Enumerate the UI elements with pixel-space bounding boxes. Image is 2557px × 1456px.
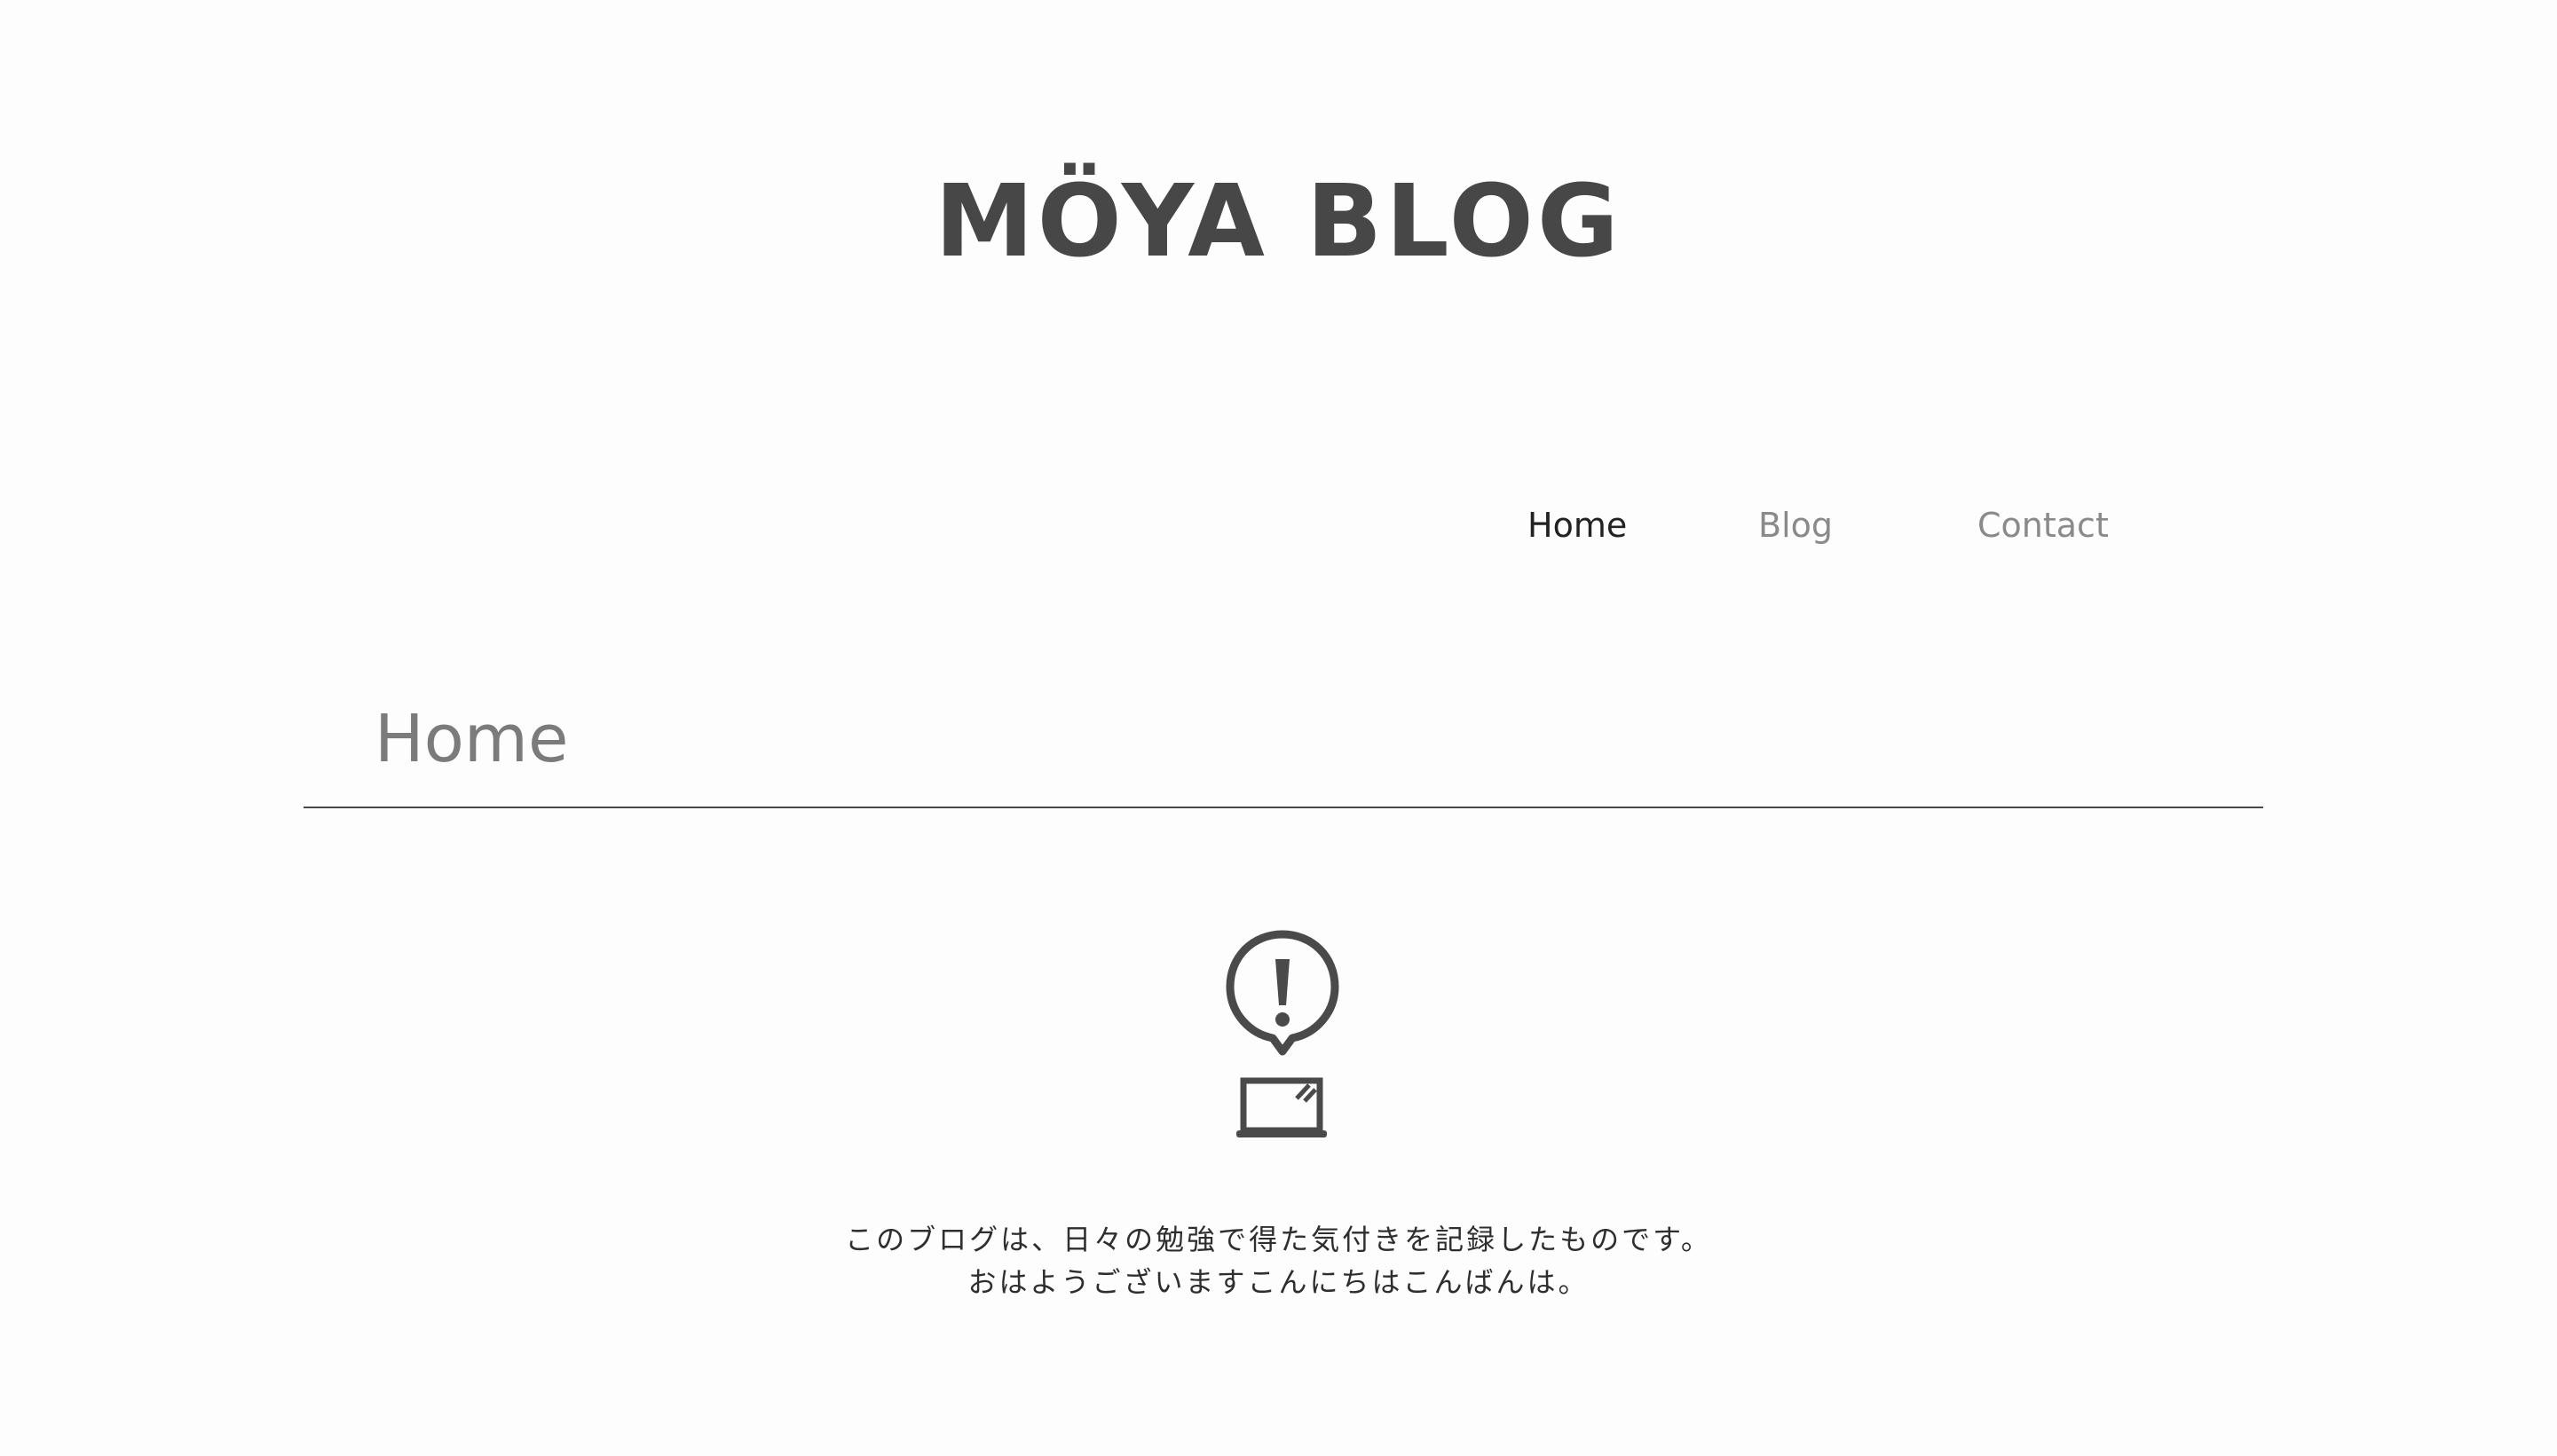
page: MÖYA BLOG Home Blog Contact Home このブログは、… <box>0 0 2557 1456</box>
site-logo[interactable]: MÖYA BLOG <box>0 160 2557 284</box>
blog-description: このブログは、日々の勉強で得た気付きを記録したものです。 おはようございますこん… <box>0 1218 2557 1303</box>
nav-link-home[interactable]: Home <box>1527 499 1627 552</box>
description-line-1: このブログは、日々の勉強で得た気付きを記録したものです。 <box>845 1223 1712 1256</box>
page-title: Home <box>375 701 569 777</box>
nav-link-contact[interactable]: Contact <box>1977 499 2109 552</box>
description-line-2: おはようございますこんにちはこんばんは。 <box>967 1265 1590 1299</box>
nav-link-blog[interactable]: Blog <box>1758 499 1833 552</box>
title-divider <box>304 807 2263 808</box>
alert-laptop-icon <box>1216 927 1349 1140</box>
